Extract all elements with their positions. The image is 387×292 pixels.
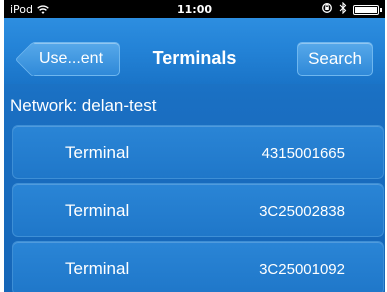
back-button-label: Use...ent <box>38 50 104 67</box>
terminal-row[interactable]: Terminal 4315001665 <box>12 125 384 179</box>
status-icons <box>321 1 382 17</box>
terminal-list: Terminal 4315001665 Terminal 3C25002838 … <box>12 125 384 292</box>
page-title: Terminals <box>152 48 237 68</box>
battery-icon <box>353 4 382 15</box>
back-button[interactable]: Use...ent <box>30 42 120 76</box>
status-bar: iPod 11:00 <box>4 0 385 18</box>
search-button[interactable]: Search <box>297 42 373 76</box>
network-label: Network: delan-test <box>10 96 157 115</box>
terminal-name: Terminal <box>65 259 130 278</box>
terminal-id: 3C25002838 <box>259 203 345 220</box>
terminal-id: 3C25001092 <box>259 261 345 278</box>
terminal-row[interactable]: Terminal 3C25002838 <box>12 183 384 237</box>
navigation-bar: Use...ent Terminals Search <box>4 18 385 84</box>
terminal-name: Terminal <box>65 201 130 220</box>
device-screen: iPod 11:00 Use...ent Terminals Search Ne… <box>4 0 385 292</box>
terminal-row[interactable]: Terminal 3C25001092 <box>12 241 384 292</box>
terminal-name: Terminal <box>65 143 130 162</box>
rotation-lock-icon <box>321 2 333 17</box>
terminal-id: 4315001665 <box>261 145 345 162</box>
bluetooth-icon <box>339 1 347 17</box>
